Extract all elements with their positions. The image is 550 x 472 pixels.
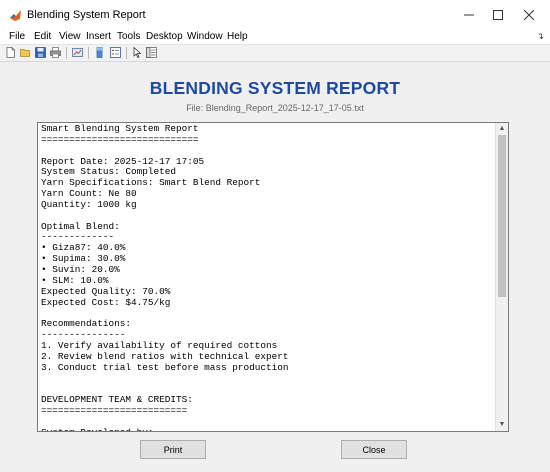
scroll-down-icon[interactable]: ▼: [496, 420, 508, 430]
open-file-icon[interactable]: [20, 47, 31, 58]
file-name-label: File: Blending_Report_2025-12-17_17-05.t…: [186, 103, 364, 113]
menu-tools[interactable]: Tools: [117, 30, 140, 44]
report-textbox[interactable]: Smart Blending System Report ===========…: [37, 122, 509, 432]
scroll-up-icon[interactable]: ▲: [496, 124, 508, 134]
window-title: Blending System Report: [27, 9, 146, 21]
menu-edit[interactable]: Edit: [34, 30, 51, 44]
menu-desktop[interactable]: Desktop: [146, 30, 183, 44]
colorbar-icon[interactable]: [94, 47, 105, 58]
save-icon[interactable]: [35, 47, 46, 58]
menu-insert[interactable]: Insert: [86, 30, 111, 44]
link-plot-icon[interactable]: [72, 47, 83, 58]
menu-file[interactable]: File: [9, 30, 25, 44]
toolbar: [0, 44, 550, 61]
menu-expand-icon[interactable]: ↴: [536, 31, 544, 42]
toolbar-separator: [126, 47, 127, 59]
menu-view[interactable]: View: [59, 30, 81, 44]
print-icon[interactable]: [50, 47, 61, 58]
figure-panel: BLENDING SYSTEM REPORT File: Blending_Re…: [0, 61, 550, 472]
toolbar-separator: [66, 47, 67, 59]
print-button[interactable]: Print: [140, 440, 206, 459]
matlab-icon: [9, 9, 22, 22]
toolbar-separator: [88, 47, 89, 59]
maximize-button[interactable]: [481, 0, 515, 30]
menu-help[interactable]: Help: [227, 30, 248, 44]
maximize-icon: [493, 10, 503, 20]
pointer-icon[interactable]: [132, 47, 143, 58]
menu-window[interactable]: Window: [187, 30, 223, 44]
property-editor-icon[interactable]: [146, 47, 157, 58]
report-heading: BLENDING SYSTEM REPORT: [149, 78, 401, 98]
vertical-scrollbar[interactable]: ▲ ▼: [495, 123, 508, 431]
close-icon: [524, 10, 534, 20]
menu-bar: File Edit View Insert Tools Desktop Wind…: [0, 30, 550, 44]
close-window-button[interactable]: [512, 0, 546, 30]
new-figure-icon[interactable]: [5, 47, 16, 58]
legend-icon[interactable]: [110, 47, 121, 58]
report-text[interactable]: Smart Blending System Report ===========…: [41, 123, 289, 431]
minimize-icon: [464, 14, 474, 16]
scrollbar-thumb[interactable]: [498, 135, 506, 297]
close-button[interactable]: Close: [341, 440, 407, 459]
title-bar: Blending System Report: [0, 0, 550, 30]
